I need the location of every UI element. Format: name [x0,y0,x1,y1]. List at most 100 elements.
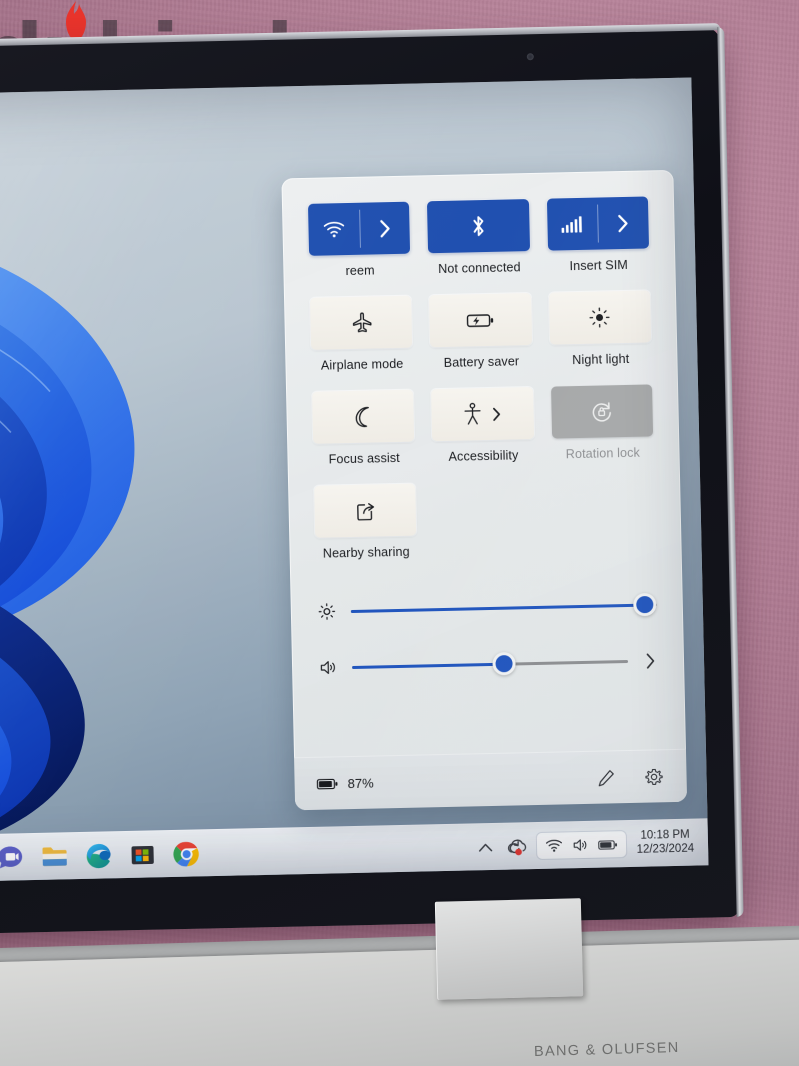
quick-tile-battery-saver: Battery saver [429,293,532,383]
chevron-right-icon [493,407,501,421]
clock-time: 10:18 PM [640,829,690,843]
volume-slider-row [317,632,658,695]
nearby-sharing-tile-label: Nearby sharing [322,544,410,561]
quick-settings-panel[interactable]: reem Not connected Insert SIM Airplane m… [281,169,688,811]
chevron-right-icon [618,214,628,232]
wifi-icon [546,839,563,852]
tray-overflow-button[interactable] [475,837,495,857]
edit-quick-settings-button[interactable] [594,766,616,788]
folder-icon [41,847,67,866]
grid-filler [433,481,536,571]
onedrive-sync-button[interactable] [505,835,527,857]
wifi-expand-half[interactable] [359,202,411,255]
volume-icon [318,657,338,677]
chat-button[interactable] [0,843,24,872]
battery-saver-icon [466,314,494,328]
moon-icon [355,406,369,428]
laptop-screen: reem Not connected Insert SIM Airplane m… [0,77,709,883]
brightness-slider-knob[interactable] [632,592,657,617]
cellular-toggle-half[interactable] [547,198,599,251]
photo-canvas: dubizzle [0,0,799,1066]
accessibility-icon [464,402,482,425]
airplane-mode-tile-button[interactable] [310,295,413,350]
wifi-tile-button[interactable] [307,201,411,256]
dubizzle-flame-icon [66,1,86,41]
bluetooth-tile-button[interactable] [427,199,530,254]
grid-filler [553,478,656,568]
cellular-bars-icon [561,215,582,233]
battery-saver-tile-button[interactable] [429,293,532,348]
chevron-right-icon [379,219,390,237]
volume-slider-fill [352,662,504,669]
rotation-lock-tile-button [550,384,654,439]
taskbar-clock[interactable]: 10:18 PM 12/23/2024 [636,829,698,857]
gear-settings-icon [644,768,663,785]
footer-actions [594,765,664,789]
volume-slider-knob[interactable] [492,651,516,676]
night-light-tile-label: Night light [572,351,630,368]
chat-teams-icon [0,846,23,869]
edge-button[interactable] [84,841,113,870]
quick-tile-night-light: Night light [548,290,652,380]
volume-expand-button[interactable] [642,652,658,669]
focus-assist-tile-button[interactable] [312,389,415,444]
chevron-up-icon [478,843,493,852]
quick-settings-tile-area: reem Not connected Insert SIM Airplane m… [281,170,682,574]
pencil-edit-icon [598,769,614,786]
cellular-tile-label: Insert SIM [569,257,629,274]
battery-icon [316,778,338,789]
bluetooth-tile-label: Not connected [438,260,521,277]
brightness-icon [317,601,337,621]
quick-tile-cellular: Insert SIM [546,196,650,286]
brightness-slider-row [316,576,657,639]
cellular-expand-half[interactable] [597,196,649,249]
battery-icon [598,839,618,850]
quick-settings-tray-button[interactable] [537,831,627,860]
wifi-icon [323,221,344,238]
volume-slider[interactable] [352,651,629,676]
brightness-slider[interactable] [350,592,657,617]
accessibility-tile-label: Accessibility [448,448,519,464]
airplane-mode-tile-label: Airplane mode [320,356,404,373]
webcam-icon [526,53,534,61]
night-light-tile-button[interactable] [548,290,652,345]
chrome-button[interactable] [172,839,201,868]
quick-tile-nearby-sharing: Nearby sharing [314,483,417,574]
battery-percent-label: 87% [347,775,374,791]
battery-saver-tile-label: Battery saver [443,354,520,370]
onedrive-sync-alert-icon [508,839,527,856]
quick-tile-accessibility: Accessibility [431,387,534,477]
rotation-lock-tile-label: Rotation lock [565,445,641,462]
volume-icon [574,839,587,851]
night-light-icon [589,307,610,328]
cellular-tile-button[interactable] [546,196,650,251]
rotation-lock-icon [592,402,612,422]
wifi-tile-label: reem [345,263,375,279]
store-icon [130,845,154,864]
quick-settings-grid: reem Not connected Insert SIM Airplane m… [307,196,656,574]
edge-browser-icon [86,843,111,868]
quick-settings-sliders [290,566,685,697]
clock-date: 12/23/2024 [636,842,695,856]
quick-tile-airplane-mode: Airplane mode [310,295,413,386]
quick-tile-focus-assist: Focus assist [312,389,415,480]
brightness-slider-fill [350,603,645,613]
file-explorer-button[interactable] [40,842,69,871]
quick-tile-rotation-lock: Rotation lock [550,384,654,474]
laptop-hinge [434,898,584,1000]
nearby-share-icon [356,503,374,521]
accessibility-inline-group [463,402,503,427]
bluetooth-icon [473,216,484,237]
taskbar-app-area [0,839,200,873]
open-settings-button[interactable] [642,765,664,787]
system-tray: 10:18 PM 12/23/2024 [475,829,708,861]
quick-settings-footer: 87% [294,748,688,811]
nearby-sharing-tile-button[interactable] [314,483,417,538]
focus-assist-tile-label: Focus assist [328,450,400,467]
taskbar-spacer [200,847,475,853]
microsoft-store-button[interactable] [128,840,157,869]
accessibility-tile-button[interactable] [431,387,534,442]
quick-tile-bluetooth: Not connected [427,199,530,289]
chevron-right-icon [646,653,654,669]
wifi-toggle-half[interactable] [308,203,360,256]
